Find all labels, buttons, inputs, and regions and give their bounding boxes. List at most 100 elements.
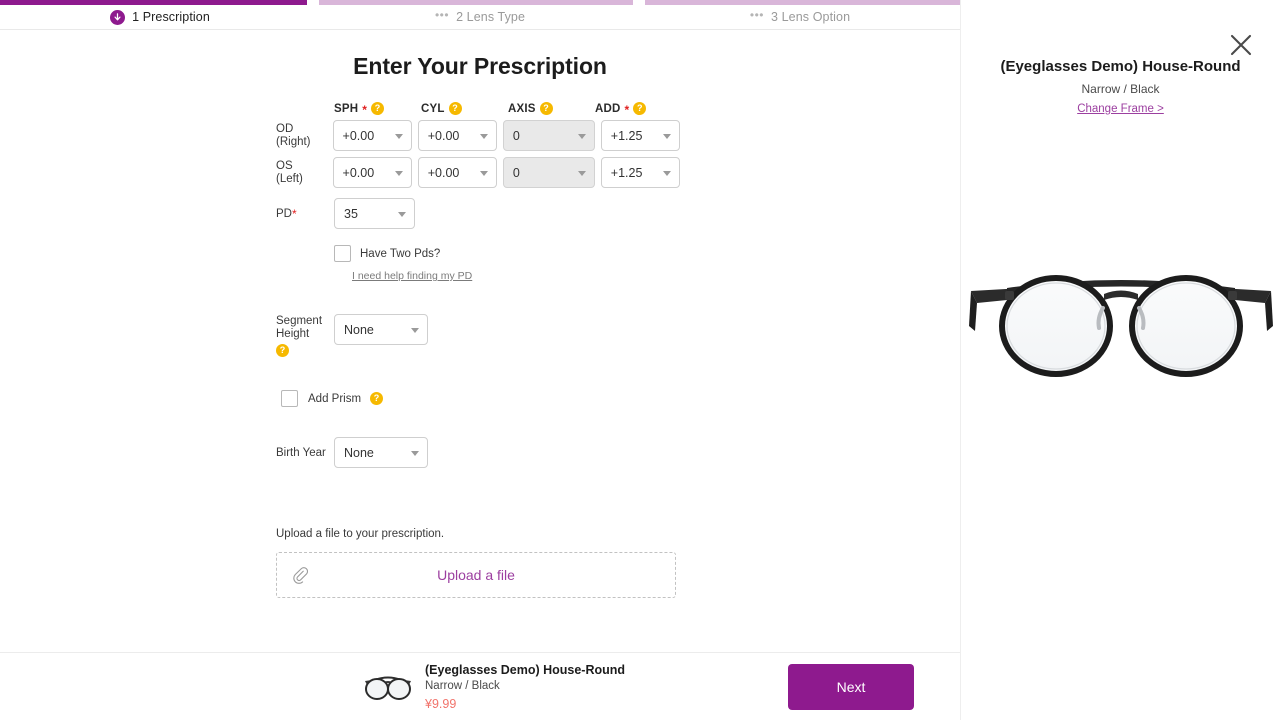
row-label-os-line1: OS xyxy=(276,160,293,172)
checkbox-add-prism[interactable] xyxy=(281,390,298,407)
row-label-od-line1: OD xyxy=(276,123,294,135)
tab-lens-option[interactable]: ••• 3 Lens Option xyxy=(640,5,960,29)
segment-height-label: Segment Height ? xyxy=(276,314,334,357)
checkbox-have-two-pds[interactable] xyxy=(334,245,351,262)
select-os-add-value: +1.25 xyxy=(610,165,643,180)
birth-year-row: Birth Year None xyxy=(276,437,686,468)
upload-caption: Upload a file to your prescription. xyxy=(276,528,445,540)
close-icon xyxy=(1230,34,1252,56)
product-preview-panel: (Eyeglasses Demo) House-Round Narrow / B… xyxy=(960,0,1280,720)
tab-lens-type-label: 2 Lens Type xyxy=(456,10,526,24)
pd-label-text: PD xyxy=(276,207,292,220)
bottom-product-thumbnail xyxy=(363,669,413,705)
select-os-axis-value: 0 xyxy=(512,165,520,180)
step-tabs: 1 Prescription ••• 2 Lens Type ••• 3 Len… xyxy=(0,5,960,30)
prescription-form-pane: Enter Your Prescription SPH * ? CYL ? AX… xyxy=(0,30,960,652)
add-prism-label: Add Prism xyxy=(308,392,362,405)
select-od-axis-value: 0 xyxy=(512,128,520,143)
bottom-product-variant: Narrow / Black xyxy=(425,679,500,692)
lens-configurator-page: 1 Prescription ••• 2 Lens Type ••• 3 Len… xyxy=(0,0,1280,720)
chevron-down-icon xyxy=(663,170,671,176)
column-header-cyl: CYL ? xyxy=(421,102,508,115)
segment-height-label-line2: Height xyxy=(276,327,310,340)
tab-lens-option-label: 3 Lens Option xyxy=(770,10,851,24)
chevron-down-icon xyxy=(411,327,419,333)
help-icon-axis[interactable]: ? xyxy=(539,102,553,115)
required-marker: * xyxy=(362,102,368,117)
select-od-cyl[interactable]: +0.00 xyxy=(417,120,497,151)
row-label-os-line2: (Left) xyxy=(276,172,303,185)
close-button[interactable] xyxy=(1229,33,1253,57)
have-two-pds-row: Have Two Pds? xyxy=(334,245,686,262)
bottom-action-bar: (Eyeglasses Demo) House-Round Narrow / B… xyxy=(0,652,960,720)
chevron-down-icon xyxy=(479,133,488,139)
column-header-axis-label: AXIS xyxy=(508,102,536,115)
column-header-add-label: ADD xyxy=(595,102,621,115)
product-image xyxy=(961,258,1280,393)
add-prism-row: Add Prism ? xyxy=(281,390,686,407)
required-marker: * xyxy=(624,102,630,117)
bottom-product-title: (Eyeglasses Demo) House-Round xyxy=(425,662,626,677)
select-segment-height-value: None xyxy=(344,322,374,337)
chevron-down-icon xyxy=(398,211,406,217)
column-header-add: ADD * ? xyxy=(595,102,682,117)
select-od-axis: 0 xyxy=(502,120,595,151)
pd-help-link[interactable]: I need help finding my PD xyxy=(352,270,686,282)
pd-label: PD* xyxy=(276,207,334,221)
select-pd[interactable]: 35 xyxy=(334,198,415,229)
select-od-add[interactable]: +1.25 xyxy=(600,120,680,151)
required-marker: * xyxy=(291,206,297,221)
change-frame-link[interactable]: Change Frame > xyxy=(961,103,1280,115)
select-od-sph[interactable]: +0.00 xyxy=(332,120,412,151)
row-label-od: OD (Right) xyxy=(276,123,333,148)
select-os-axis: 0 xyxy=(502,157,595,188)
select-os-sph-value: +0.00 xyxy=(342,165,375,180)
select-od-cyl-value: +0.00 xyxy=(427,128,460,143)
chevron-down-icon xyxy=(479,170,488,176)
help-icon-add-prism[interactable]: ? xyxy=(370,392,384,405)
select-birth-year-value: None xyxy=(344,445,374,460)
ellipsis-icon: ••• xyxy=(749,8,764,22)
pd-row: PD* 35 xyxy=(276,198,686,229)
next-button[interactable]: Next xyxy=(788,664,914,710)
chevron-down-icon xyxy=(411,450,419,456)
help-icon-sph[interactable]: ? xyxy=(371,102,385,115)
bottom-product-price: ¥9.99 xyxy=(425,696,457,711)
row-label-od-line2: (Right) xyxy=(276,135,311,148)
table-row-os: OS (Left) +0.00 +0.00 0 +1.25 xyxy=(276,157,686,188)
select-os-cyl[interactable]: +0.00 xyxy=(417,157,497,188)
table-row-od: OD (Right) +0.00 +0.00 0 +1.25 xyxy=(276,120,686,151)
bottom-product-info: (Eyeglasses Demo) House-Round Narrow / B… xyxy=(425,663,625,711)
row-label-os: OS (Left) xyxy=(276,160,333,185)
select-od-add-value: +1.25 xyxy=(610,128,643,143)
segment-height-row: Segment Height ? None xyxy=(276,314,686,357)
chevron-down-icon xyxy=(394,170,403,176)
select-os-sph[interactable]: +0.00 xyxy=(332,157,412,188)
rx-column-headers: SPH * ? CYL ? AXIS ? ADD * ? xyxy=(334,102,686,117)
select-os-cyl-value: +0.00 xyxy=(427,165,460,180)
ellipsis-icon: ••• xyxy=(434,8,450,22)
column-header-sph-label: SPH xyxy=(334,102,359,115)
help-icon-cyl[interactable]: ? xyxy=(448,102,462,115)
tab-prescription[interactable]: 1 Prescription xyxy=(0,5,320,29)
chevron-down-icon xyxy=(663,133,671,139)
prescription-form: SPH * ? CYL ? AXIS ? ADD * ? OD (Right) … xyxy=(276,102,686,598)
select-od-sph-value: +0.00 xyxy=(342,128,375,143)
chevron-down-icon xyxy=(394,133,403,139)
column-header-cyl-label: CYL xyxy=(421,102,445,115)
select-segment-height[interactable]: None xyxy=(334,314,428,345)
page-title: Enter Your Prescription xyxy=(353,53,607,79)
birth-year-label: Birth Year xyxy=(276,446,326,459)
help-icon-add[interactable]: ? xyxy=(633,102,647,115)
upload-file-dropzone[interactable]: Upload a file xyxy=(276,552,676,598)
select-birth-year[interactable]: None xyxy=(334,437,428,468)
tab-lens-type[interactable]: ••• 2 Lens Type xyxy=(320,5,640,29)
column-header-axis: AXIS ? xyxy=(508,102,595,115)
help-icon-segment-height[interactable]: ? xyxy=(276,344,289,357)
chevron-down-icon xyxy=(577,133,586,139)
tab-prescription-label: 1 Prescription xyxy=(132,10,210,24)
paperclip-icon xyxy=(292,566,309,589)
preview-product-title: (Eyeglasses Demo) House-Round xyxy=(1000,58,1241,75)
select-os-add[interactable]: +1.25 xyxy=(600,157,680,188)
column-header-sph: SPH * ? xyxy=(334,102,421,117)
